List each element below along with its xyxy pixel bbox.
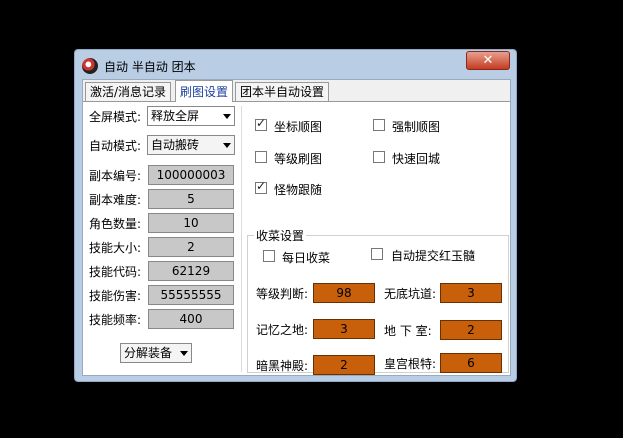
skill-frequency-field[interactable]: 400: [148, 309, 234, 329]
level-check-field[interactable]: 98: [313, 283, 375, 303]
collect-settings-group: 收菜设置 每日收菜 自动提交红玉髓 等级判断: 98 无底坑道: 3 记忆之地:…: [247, 227, 509, 375]
quick-return-label: 快速回城: [392, 152, 441, 166]
auto-submit-checkbox[interactable]: [371, 248, 383, 260]
collect-field-label: 记忆之地:: [256, 323, 309, 337]
force-route-label: 强制顺图: [392, 120, 441, 134]
field-label: 技能频率:: [89, 313, 142, 327]
skill-damage-field[interactable]: 55555555: [148, 285, 234, 305]
collect-field-label: 皇宫根特:: [384, 357, 437, 371]
daily-collect-checkbox[interactable]: [263, 250, 275, 262]
auto-submit-label: 自动提交红玉髓: [391, 249, 476, 263]
title-bar[interactable]: 自动 半自动 团本 ✕: [75, 50, 516, 78]
collect-field-label: 地 下 室:: [384, 324, 432, 338]
field-label: 技能大小:: [89, 241, 142, 255]
field-label: 角色数量:: [89, 217, 142, 231]
chevron-down-icon: [180, 351, 188, 356]
level-farm-label: 等级刷图: [274, 152, 323, 166]
force-route-checkbox[interactable]: [373, 119, 385, 131]
field-label: 技能代码:: [89, 265, 142, 279]
window-title: 自动 半自动 团本: [104, 60, 196, 74]
monster-follow-label: 怪物跟随: [274, 183, 323, 197]
tab-map-settings[interactable]: 刷图设置: [175, 80, 234, 102]
difficulty-field[interactable]: 5: [148, 189, 234, 209]
chevron-down-icon: [223, 143, 231, 148]
fullscreen-mode-value: 释放全屏: [151, 109, 200, 123]
fullscreen-mode-label: 全屏模式:: [89, 110, 142, 124]
auto-mode-select[interactable]: 自动搬砖: [147, 135, 235, 155]
decompose-select[interactable]: 分解装备: [120, 343, 192, 363]
fullscreen-mode-select[interactable]: 释放全屏: [147, 106, 235, 126]
tab-activation-log[interactable]: 激活/消息记录: [85, 82, 172, 101]
coordinate-route-label: 坐标顺图: [274, 120, 323, 134]
main-window: 自动 半自动 团本 ✕ 激活/消息记录 刷图设置 团本半自动设置 全屏模式: 释…: [74, 49, 517, 382]
tab-raid-semi-auto[interactable]: 团本半自动设置: [235, 82, 330, 101]
bottomless-pit-field[interactable]: 3: [440, 283, 502, 303]
app-icon: [82, 58, 98, 74]
close-button[interactable]: ✕: [466, 51, 510, 70]
chevron-down-icon: [223, 114, 231, 119]
coordinate-route-checkbox[interactable]: [255, 116, 267, 131]
collect-field-label: 暗黑神殿:: [256, 359, 309, 373]
collect-field-label: 等级判断:: [256, 287, 309, 301]
character-count-field[interactable]: 10: [148, 213, 234, 233]
level-farm-checkbox[interactable]: [255, 151, 267, 163]
field-label: 技能伤害:: [89, 289, 142, 303]
collect-field-label: 无底坑道:: [384, 287, 437, 301]
monster-follow-checkbox[interactable]: [255, 179, 267, 194]
dungeon-id-field[interactable]: 100000003: [148, 165, 234, 185]
memory-land-field[interactable]: 3: [313, 319, 375, 339]
quick-return-checkbox[interactable]: [373, 151, 385, 163]
basement-field[interactable]: 2: [440, 320, 502, 340]
collect-settings-title: 收菜设置: [254, 227, 307, 244]
field-label: 副本编号:: [89, 169, 142, 183]
client-area: 激活/消息记录 刷图设置 团本半自动设置 全屏模式: 释放全屏 自动模式: 自动…: [82, 79, 511, 376]
skill-code-field[interactable]: 62129: [148, 261, 234, 281]
divider: [241, 106, 242, 372]
auto-mode-label: 自动模式:: [89, 139, 142, 153]
daily-collect-label: 每日收菜: [282, 251, 331, 265]
dark-temple-field[interactable]: 2: [313, 355, 375, 375]
skill-size-field[interactable]: 2: [148, 237, 234, 257]
decompose-value: 分解装备: [124, 346, 173, 360]
field-label: 副本难度:: [89, 193, 142, 207]
auto-mode-value: 自动搬砖: [151, 138, 200, 152]
map-settings-page: 全屏模式: 释放全屏 自动模式: 自动搬砖 副本编号: 100000003 副本…: [83, 101, 510, 375]
palace-gent-field[interactable]: 6: [440, 353, 502, 373]
